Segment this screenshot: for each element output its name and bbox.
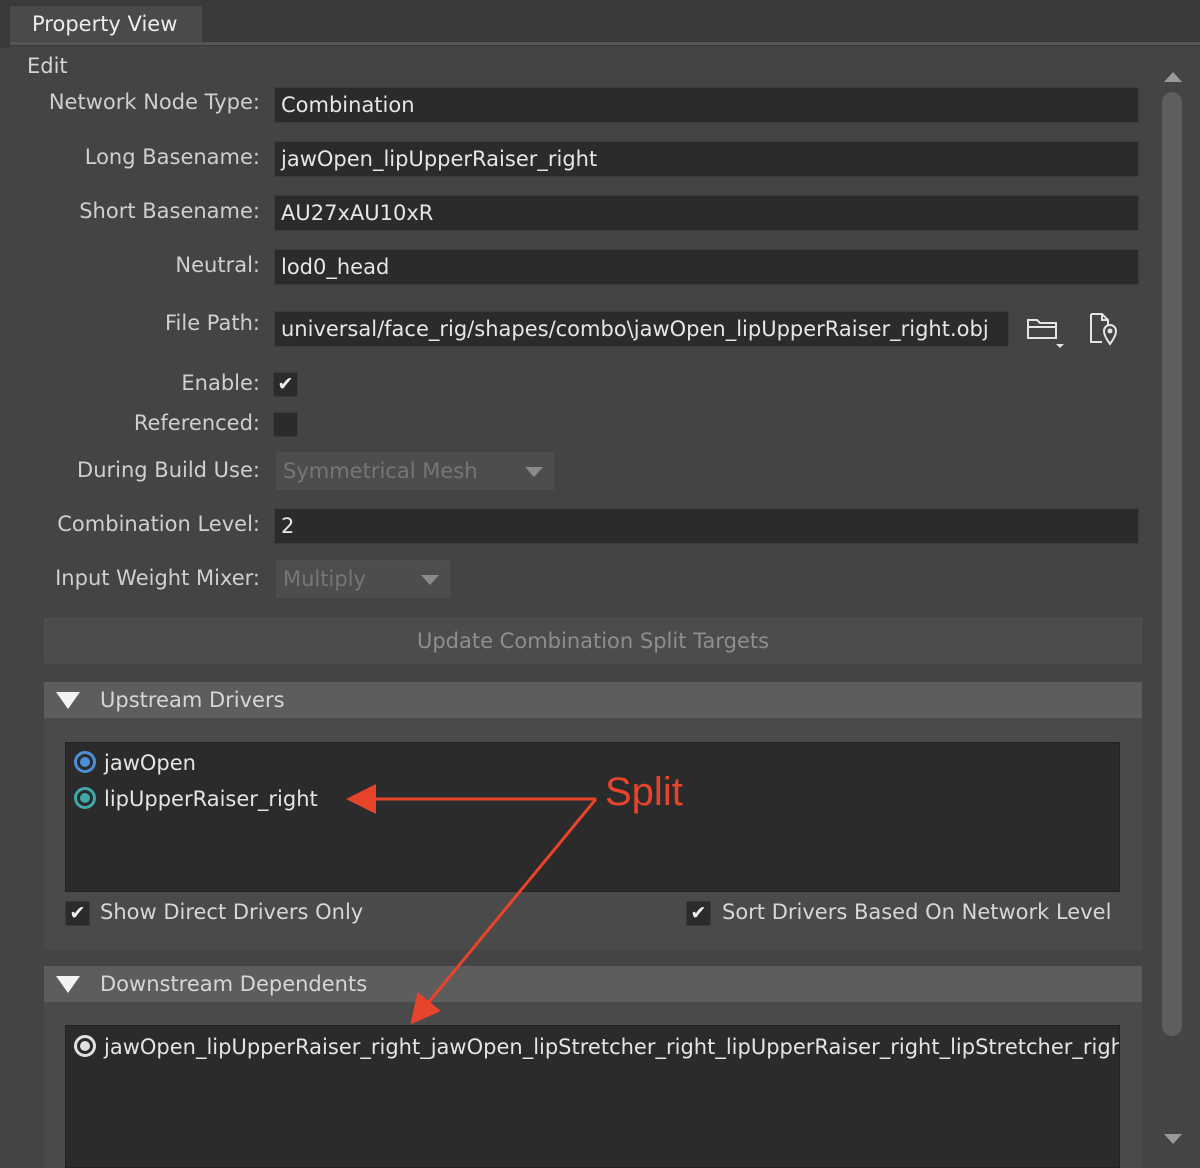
- split-annotation: Split: [605, 770, 683, 814]
- annotation-arrows: [346, 784, 598, 1025]
